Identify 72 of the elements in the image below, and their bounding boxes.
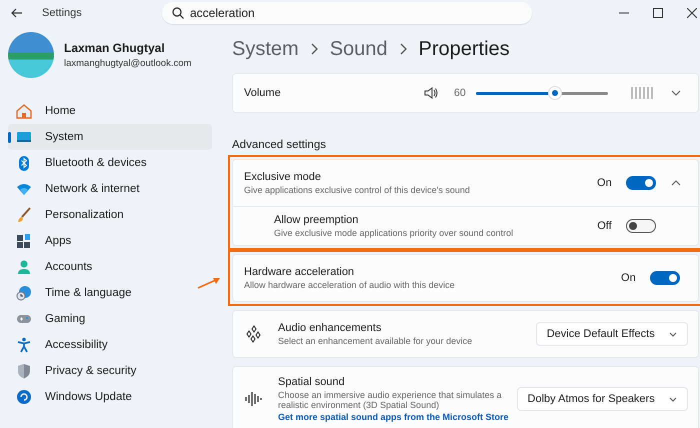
setting-title: Hardware acceleration [244, 266, 356, 278]
sidebar-item[interactable]: Time & language [8, 280, 212, 306]
wifi-icon [16, 181, 32, 197]
avatar-photo-placeholder [8, 32, 54, 78]
sidebar-item[interactable]: System [8, 124, 212, 150]
account-email: laxmanghugtyal@outlook.com [64, 58, 192, 69]
close-icon [686, 8, 697, 18]
window-title: Settings [42, 7, 83, 19]
brush-icon [16, 207, 32, 223]
selection-indicator [8, 132, 11, 143]
toggle-switch[interactable] [650, 271, 680, 285]
setting-description: Choose an immersive audio experience that simulates a realistic environment (3D Spatial Sound) [278, 390, 503, 410]
sidebar-item[interactable]: Apps [8, 228, 212, 254]
breadcrumb-item[interactable]: System [232, 38, 299, 60]
sidebar-item[interactable]: Network & internet [8, 176, 212, 202]
mute-button[interactable] [424, 87, 438, 99]
toggle-switch[interactable] [626, 219, 656, 233]
toggle-switch[interactable] [626, 176, 656, 190]
volume-slider[interactable] [476, 86, 608, 100]
maximize-icon [652, 8, 663, 18]
sparkle-icon [245, 325, 263, 343]
chevron-right-icon [400, 43, 407, 55]
setting-title: Spatial sound [278, 376, 346, 388]
sidebar-item[interactable]: Accounts [8, 254, 212, 280]
account-name: Laxman Ghugtyal [64, 41, 166, 55]
setting-title: Exclusive mode [244, 171, 322, 183]
chevron-up-icon [670, 180, 681, 186]
home-icon [16, 103, 32, 119]
toggle-state-label: On [621, 272, 636, 284]
volume-label: Volume [244, 87, 282, 99]
back-arrow-icon [11, 8, 23, 18]
sidebar-item[interactable]: Home [8, 98, 212, 124]
search-field[interactable]: acceleration [162, 2, 532, 24]
sidebar-item[interactable]: Accessibility [8, 332, 212, 358]
globe-clock-icon [16, 285, 32, 301]
update-icon [16, 389, 32, 405]
chevron-down-icon [668, 332, 677, 336]
speaker-icon [424, 87, 438, 99]
search-icon [172, 7, 184, 19]
setting-title: Audio enhancements [278, 322, 382, 334]
chevron-right-icon [310, 43, 318, 55]
volume-thumb[interactable] [548, 87, 561, 99]
setting-description: Give applications exclusive control of this device's sound [244, 185, 471, 195]
accessibility-icon [16, 337, 32, 353]
level-meter-icon [630, 86, 656, 100]
toggle-state-label: Off [597, 220, 612, 232]
shield-icon [16, 363, 32, 379]
chevron-down-icon [670, 90, 681, 96]
back-button[interactable] [10, 6, 24, 20]
bluetooth-icon [16, 155, 32, 171]
monitor-icon [16, 129, 32, 145]
effects-dropdown[interactable]: Device Default Effects [536, 322, 688, 346]
breadcrumb-item: Properties [418, 38, 510, 60]
sidebar-item[interactable]: Personalization [8, 202, 212, 228]
setting-title: Allow preemption [274, 214, 360, 226]
sidebar-item[interactable]: Bluetooth & devices [8, 150, 212, 176]
effects-dropdown[interactable]: Dolby Atmos for Speakers [516, 387, 688, 411]
sidebar-item[interactable]: Windows Update [8, 384, 212, 410]
setting-description: Give exclusive mode applications priority over sound control [274, 228, 514, 238]
waveform-icon [245, 390, 263, 408]
setting-description: Allow hardware acceleration of audio with this device [244, 280, 456, 290]
sidebar-item[interactable]: Privacy & security [8, 358, 212, 384]
toggle-state-label: On [597, 177, 612, 189]
apps-icon [16, 233, 32, 249]
chevron-down-icon [668, 396, 677, 402]
breadcrumb-item[interactable]: Sound [330, 38, 388, 60]
section-heading: Advanced settings [232, 139, 327, 151]
store-link[interactable]: Get more spatial sound apps from the Microsoft Store [278, 412, 509, 422]
person-icon [16, 259, 32, 275]
setting-description: Select an enhancement available for your device [278, 336, 474, 346]
volume-reading: 60 [454, 87, 466, 99]
sidebar-item[interactable]: Gaming [8, 306, 212, 332]
